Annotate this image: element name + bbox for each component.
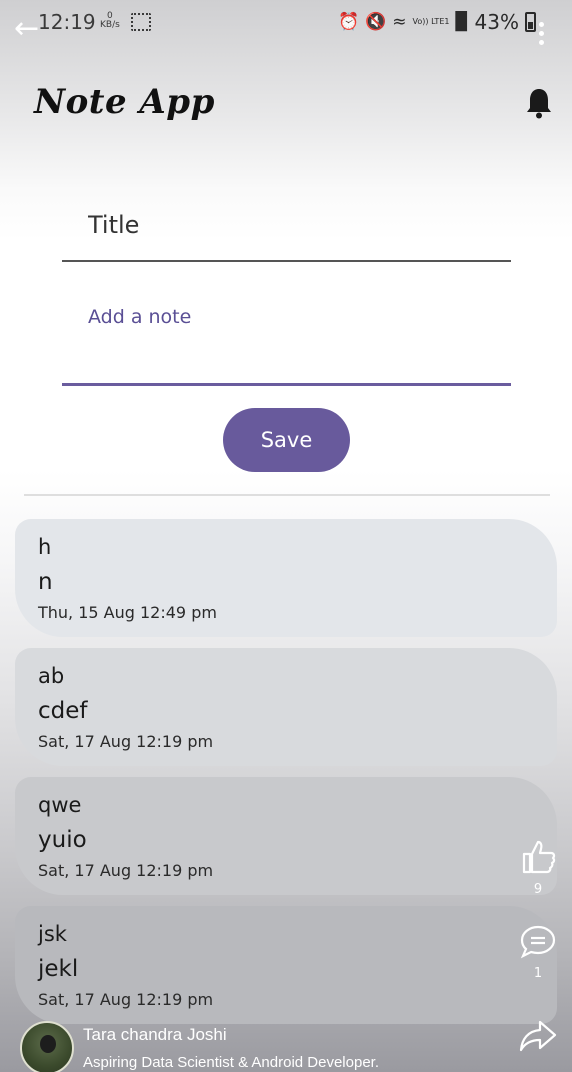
network-speed: 0 KB/s xyxy=(100,12,120,30)
comment-button[interactable]: 1 xyxy=(516,924,560,981)
screen-record-icon xyxy=(131,13,151,31)
note-title: jsk xyxy=(38,922,67,946)
thumbs-up-icon xyxy=(522,840,556,874)
note-body: jekl xyxy=(38,956,79,982)
note-body: n xyxy=(38,569,53,595)
status-time: 12:19 xyxy=(38,10,96,34)
battery-icon xyxy=(525,12,536,32)
app-title: Note App xyxy=(34,82,215,122)
note-body: cdef xyxy=(38,698,88,724)
status-icons: ⏰ 🔇 ≈ Vo)) LTE1 ▉ 43% xyxy=(338,10,536,34)
status-bar: ← 12:19 0 KB/s ⏰ 🔇 ≈ Vo)) LTE1 ▉ 43% xyxy=(0,0,572,48)
comment-count: 1 xyxy=(533,966,543,981)
note-body: yuio xyxy=(38,827,87,853)
more-options-icon[interactable] xyxy=(539,22,545,49)
signal-icon: ▉ xyxy=(455,12,469,32)
mute-icon: 🔇 xyxy=(365,12,387,32)
wifi-icon: ≈ xyxy=(392,12,407,32)
note-card[interactable]: qwe yuio Sat, 17 Aug 12:19 pm xyxy=(15,777,557,895)
note-card[interactable]: ab cdef Sat, 17 Aug 12:19 pm xyxy=(15,648,557,766)
note-title: qwe xyxy=(38,793,82,817)
like-button[interactable]: 9 xyxy=(516,836,560,897)
share-icon xyxy=(519,1020,557,1052)
battery-percent: 43% xyxy=(474,10,519,34)
note-input[interactable] xyxy=(62,298,511,386)
bell-icon[interactable] xyxy=(525,87,553,119)
divider xyxy=(24,494,550,496)
save-button[interactable]: Save xyxy=(223,408,350,472)
note-date: Sat, 17 Aug 12:19 pm xyxy=(38,990,214,1009)
author-name[interactable]: Tara chandra Joshi xyxy=(83,1025,227,1045)
note-date: Sat, 17 Aug 12:19 pm xyxy=(38,861,214,880)
author-bio: Aspiring Data Scientist & Android Develo… xyxy=(83,1054,379,1071)
network-speed-unit: KB/s xyxy=(100,20,120,30)
note-card[interactable]: h n Thu, 15 Aug 12:49 pm xyxy=(15,519,557,637)
alarm-icon: ⏰ xyxy=(337,12,360,32)
note-date: Thu, 15 Aug 12:49 pm xyxy=(38,603,217,622)
like-count: 9 xyxy=(533,882,543,897)
note-date: Sat, 17 Aug 12:19 pm xyxy=(38,732,214,751)
note-card[interactable]: jsk jekl Sat, 17 Aug 12:19 pm xyxy=(15,906,557,1024)
title-input[interactable] xyxy=(62,190,511,262)
note-title: h xyxy=(38,535,52,559)
share-button[interactable] xyxy=(516,1016,560,1060)
note-title: ab xyxy=(38,664,65,688)
author-avatar[interactable] xyxy=(20,1021,74,1072)
comment-icon xyxy=(520,925,556,959)
network-type: Vo)) LTE1 xyxy=(412,17,450,26)
